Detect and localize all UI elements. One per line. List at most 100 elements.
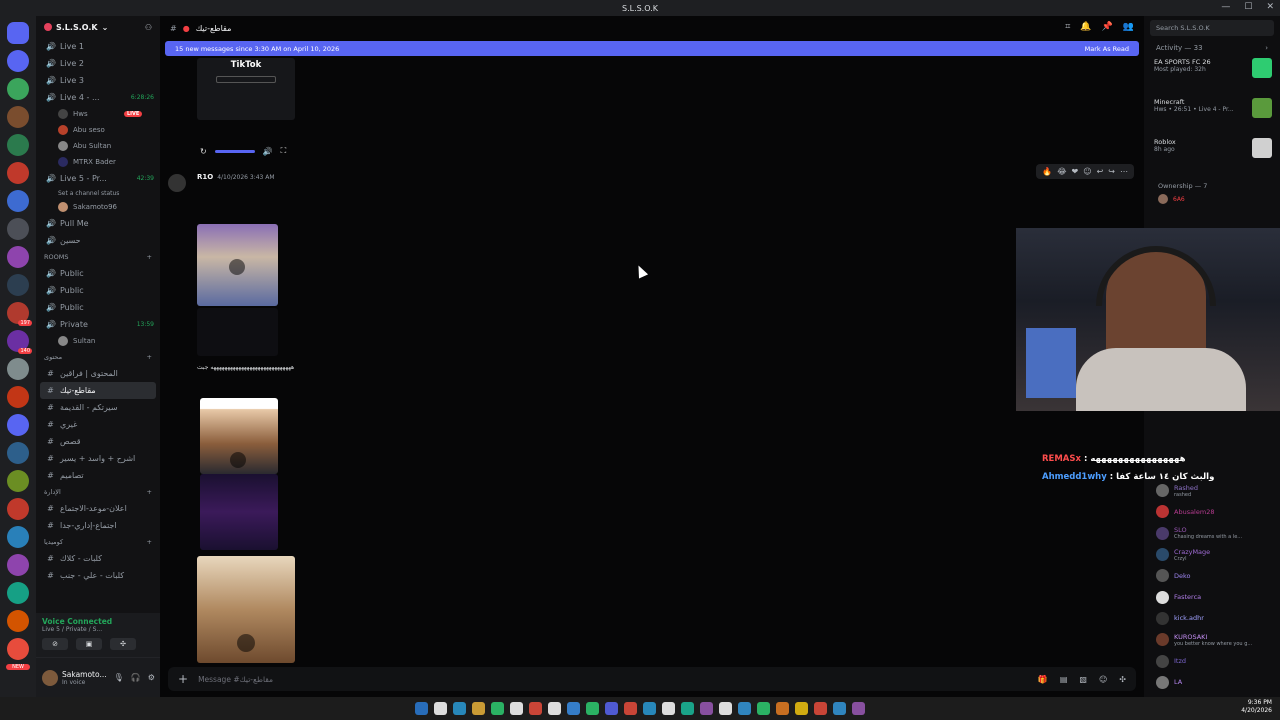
text-channel[interactable]: # كلبات - كلاك <box>36 550 160 567</box>
add-attachment-icon[interactable]: + <box>178 672 188 686</box>
clock-date[interactable]: 4/20/2026 <box>1241 707 1272 715</box>
activities-button[interactable]: ✣ <box>110 638 136 650</box>
member-item[interactable]: KUROSAKI you better know where you g... <box>1156 629 1280 650</box>
message-input[interactable]: Message #مقاطع-تيك <box>198 675 273 684</box>
voice-channel[interactable]: 🔊 Live 4 - ... 6:28:26 <box>36 89 160 106</box>
server-icon[interactable] <box>7 638 29 660</box>
emoji-icon[interactable]: ☺ <box>1099 675 1107 684</box>
taskbar-app-icon[interactable] <box>833 702 846 715</box>
server-icon[interactable] <box>7 50 29 72</box>
reaction-laugh[interactable]: 😂 <box>1057 167 1066 176</box>
minimize-icon[interactable]: — <box>1221 2 1230 12</box>
volume-slider[interactable] <box>214 149 255 153</box>
category-comedy[interactable]: كوميديا + <box>36 534 160 550</box>
video-thumbnail[interactable] <box>200 398 278 474</box>
server-icon[interactable] <box>7 162 29 184</box>
taskbar-app-icon[interactable] <box>662 702 675 715</box>
reply-icon[interactable]: ↩ <box>1097 167 1104 176</box>
taskbar-app-icon[interactable] <box>434 702 447 715</box>
gift-icon[interactable]: 🎁 <box>1038 675 1048 684</box>
server-icon[interactable]: 197 <box>7 302 32 326</box>
voice-connected-subtitle[interactable]: Live 5 / Private / S... <box>42 626 154 633</box>
voice-channel-live5[interactable]: 🔊 Live 5 - Pr... 42:39 <box>36 170 160 187</box>
play-icon[interactable] <box>229 259 245 275</box>
text-channel[interactable]: # سيرتكم - القديمة <box>36 399 160 416</box>
taskbar-app-icon[interactable] <box>491 702 504 715</box>
voice-user[interactable]: Sultan <box>36 333 160 349</box>
taskbar-app-icon[interactable] <box>529 702 542 715</box>
voice-channel[interactable]: 🔊 Live 2 <box>36 55 160 72</box>
clock-time[interactable]: 9:36 PM <box>1241 699 1272 707</box>
play-icon[interactable] <box>237 634 255 652</box>
taskbar-app-icon[interactable] <box>567 702 580 715</box>
server-icon[interactable] <box>7 442 29 464</box>
taskbar-app-icon[interactable] <box>472 702 485 715</box>
server-icon[interactable] <box>7 106 29 128</box>
video-thumbnail[interactable] <box>200 474 278 550</box>
server-icon[interactable] <box>7 554 29 576</box>
gear-icon[interactable]: ⚙ <box>148 673 155 682</box>
apps-icon[interactable]: ✣ <box>1119 675 1126 684</box>
taskbar-app-icon[interactable] <box>453 702 466 715</box>
text-channel[interactable]: # المحتوى | فراقين <box>36 365 160 382</box>
taskbar-app-icon[interactable] <box>719 702 732 715</box>
member-item[interactable]: kick.adhr <box>1156 608 1280 629</box>
server-icon[interactable] <box>7 78 29 100</box>
taskbar-app-icon[interactable] <box>814 702 827 715</box>
avatar[interactable] <box>168 174 186 192</box>
room-channel[interactable]: 🔊 Public <box>36 265 160 282</box>
room-channel[interactable]: 🔊 Public <box>36 282 160 299</box>
category-content[interactable]: محتوى + <box>36 349 160 365</box>
mark-as-read-button[interactable]: Mark As Read <box>1085 45 1129 53</box>
text-channel[interactable]: # غيري <box>36 416 160 433</box>
taskbar-app-icon[interactable] <box>548 702 561 715</box>
forward-icon[interactable]: ↪ <box>1108 167 1115 176</box>
server-icon[interactable] <box>7 582 29 604</box>
member-item[interactable]: Fasterca <box>1156 586 1280 607</box>
discord-home-icon[interactable] <box>7 22 29 44</box>
tiktok-embed[interactable]: TikTok <box>197 58 295 120</box>
category-admin[interactable]: الإدارة + <box>36 484 160 500</box>
gif-icon[interactable]: ▤ <box>1060 675 1068 684</box>
activity-card[interactable]: EA SPORTS FC 26 Most played: 32h <box>1154 58 1272 92</box>
voice-channel[interactable]: 🔊 Live 1 <box>36 38 160 55</box>
member-item[interactable]: CrazyMage Crzyl <box>1156 544 1280 565</box>
headphones-icon[interactable]: 🎧 <box>131 673 141 682</box>
member-item[interactable]: Abusalem28 <box>1156 501 1280 522</box>
member-item[interactable]: SLO Chasing dreams with a le... <box>1156 523 1280 544</box>
text-channel[interactable]: # اجتماع-إداري-جدا <box>36 517 160 534</box>
room-channel[interactable]: 🔊 Public <box>36 299 160 316</box>
video-thumbnail[interactable] <box>197 308 278 356</box>
threads-icon[interactable]: ⌗ <box>1065 22 1070 32</box>
chevron-right-icon[interactable]: › <box>1265 44 1268 52</box>
text-channel[interactable]: # اعلان-موعد-الاجتماع <box>36 500 160 517</box>
channel-status[interactable]: Set a channel status <box>36 187 160 199</box>
server-icon[interactable] <box>7 414 29 436</box>
add-channel-icon[interactable]: + <box>147 253 152 261</box>
category-rooms[interactable]: ROOMS + <box>36 249 160 265</box>
reaction-heart[interactable]: ❤ <box>1072 167 1079 176</box>
message-composer[interactable]: + Message #مقاطع-تيك 🎁 ▤ ▧ ☺ ✣ <box>168 667 1136 691</box>
server-icon[interactable]: 140 <box>7 330 32 354</box>
taskbar-app-icon[interactable] <box>700 702 713 715</box>
add-friend-icon[interactable]: ⚇ <box>145 23 152 32</box>
pin-icon[interactable]: 📌 <box>1102 22 1113 32</box>
taskbar-app-icon[interactable] <box>776 702 789 715</box>
server-icon[interactable] <box>7 218 29 240</box>
taskbar-app-icon[interactable] <box>643 702 656 715</box>
voice-user[interactable]: Hws LIVE <box>36 106 160 122</box>
voice-user[interactable]: Abu seso <box>36 122 160 138</box>
text-channel[interactable]: # تصاميم <box>36 467 160 484</box>
taskbar-app-icon[interactable] <box>624 702 637 715</box>
voice-channel[interactable]: 🔊 Live 3 <box>36 72 160 89</box>
add-channel-icon[interactable]: + <box>147 353 152 361</box>
text-channel[interactable]: # مقاطع-تيك <box>40 382 156 399</box>
search-input[interactable]: Search S.L.S.O.K <box>1150 20 1274 36</box>
taskbar-app-icon[interactable] <box>681 702 694 715</box>
member-item[interactable]: Itzd <box>1156 650 1280 671</box>
add-channel-icon[interactable]: + <box>147 488 152 496</box>
new-messages-bar[interactable]: 15 new messages since 3:30 AM on April 1… <box>165 41 1139 56</box>
avatar[interactable] <box>42 669 58 686</box>
add-channel-icon[interactable]: + <box>147 538 152 546</box>
taskbar-app-icon[interactable] <box>605 702 618 715</box>
